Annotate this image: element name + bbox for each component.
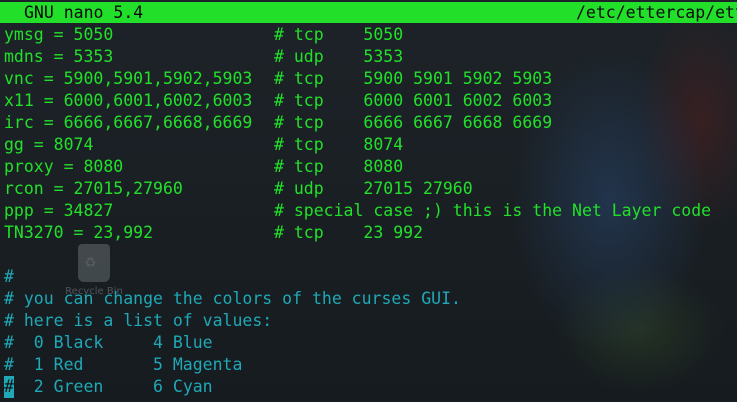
config-comment: # tcp 8074 [274,135,404,154]
editor-buffer[interactable]: ymsg = 5050 # tcp 5050 mdns = 5353 # udp 5… [4,24,711,398]
config-setting: mdns = 5353 [4,47,114,66]
config-line: ppp = 34827 # special case ;) this is the… [4,200,711,222]
config-setting: ppp = 34827 [4,201,114,220]
config-comment: # special case ;) this is the Net Layer … [274,201,712,220]
config-setting: TN3270 = 23,992 [4,223,154,242]
config-line: gg = 8074 # tcp 8074 [4,134,711,156]
config-comment: # tcp 5900 5901 5902 5903 [274,69,553,88]
config-line: irc = 6666,6667,6668,6669 # tcp 6666 6667… [4,112,711,134]
config-line: proxy = 8080 # tcp 8080 [4,156,711,178]
config-comment: # udp 5353 [274,47,404,66]
config-line: TN3270 = 23,992 # tcp 23 992 [4,222,711,244]
config-setting: rcon = 27015,27960 [4,179,183,198]
comment-line: # you can change the colors of the curse… [4,289,461,308]
config-setting: irc = 6666,6667,6668,6669 [4,113,253,132]
config-comment: # tcp 8080 [274,157,404,176]
nano-title-bar: GNU nano 5.4 /etc/ettercap/ett [0,2,737,23]
comment-line: # [4,267,14,286]
config-comment: # tcp 6000 6001 6002 6003 [274,91,553,110]
config-line: mdns = 5353 # udp 5353 [4,46,711,68]
config-line: x11 = 6000,6001,6002,6003 # tcp 6000 6001… [4,90,711,112]
config-line: vnc = 5900,5901,5902,5903 # tcp 5900 5901… [4,68,711,90]
config-setting: proxy = 8080 [4,157,124,176]
config-comment: # tcp 5050 [274,25,404,44]
text-cursor[interactable]: # [4,376,14,398]
terminal-window[interactable]: Recycle Bin GNU nano 5.4 /etc/ettercap/e… [0,0,737,402]
comment-line-with-cursor: # 2 Green 6 Cyan [4,376,711,398]
config-setting: x11 = 6000,6001,6002,6003 [4,91,253,110]
editor-name: GNU nano 5.4 [24,3,144,22]
config-setting: gg = 8074 [4,135,94,154]
config-line: rcon = 27015,27960 # udp 27015 27960 [4,178,711,200]
config-comment: # udp 27015 27960 [274,179,473,198]
config-line: ymsg = 5050 # tcp 5050 [4,24,711,46]
file-path: /etc/ettercap/ett [576,3,737,22]
config-setting: ymsg = 5050 [4,25,114,44]
config-comment: # tcp 23 992 [274,223,424,242]
config-setting: vnc = 5900,5901,5902,5903 [4,69,253,88]
comment-text: 2 Green 6 Cyan [13,377,213,396]
comment-line: # 1 Red 5 Magenta [4,355,243,374]
comment-line: # 0 Black 4 Blue [4,333,213,352]
comment-line: # here is a list of values: [4,311,273,330]
config-comment: # tcp 6666 6667 6668 6669 [274,113,553,132]
